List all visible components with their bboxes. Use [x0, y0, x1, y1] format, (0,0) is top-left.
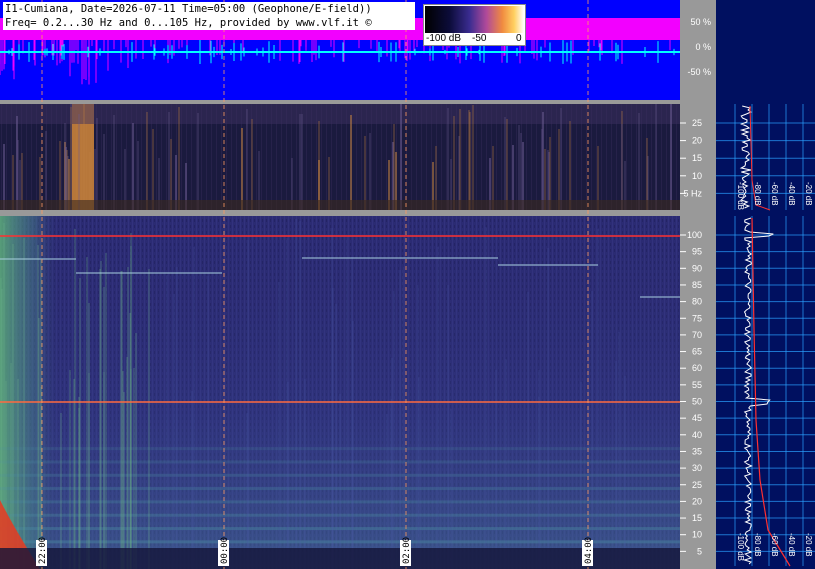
profile-x-label-text: -100 dB — [736, 182, 745, 210]
spectrogram-low-floor — [0, 200, 680, 210]
header-line-1: I1-Cumiana, Date=2026-07-11 Time=05:00 (… — [3, 2, 415, 16]
profile-x-label-text: -100 dB — [736, 533, 745, 561]
spectrogram-high-tick-label: 95 — [692, 247, 702, 257]
profile-x-label-text: -80 dB — [753, 182, 762, 206]
profile-x-label-text: -60 dB — [770, 182, 779, 206]
spectrogram-high-tick-label: 10 — [692, 530, 702, 540]
profile-x-label-text: -20 dB — [804, 533, 813, 557]
profile-x-label-text: -40 dB — [787, 182, 796, 206]
spectrogram-high-tick-label: 30 — [692, 463, 702, 473]
waveform-axis-label: 50 % — [690, 17, 711, 27]
color-scale-label-min: -100 dB — [426, 33, 462, 44]
spectrogram-high-panel — [0, 216, 680, 569]
profile-x-label: -20 dB — [804, 182, 813, 206]
profile-x-label: -40 dB — [787, 533, 796, 557]
spectrogram-high-floor — [0, 548, 680, 569]
profile-x-label-text: -20 dB — [804, 182, 813, 206]
time-label: 22:00 — [36, 537, 48, 566]
time-label: 02:00 — [400, 537, 412, 566]
header-line-2: Freq= 0.2...30 Hz and 0...105 Hz, provid… — [3, 16, 415, 30]
spectrogram-high-tick-label: 50 — [692, 397, 702, 407]
spectrogram-high-tick-label: 65 — [692, 347, 702, 357]
time-label-text: 04:00 — [584, 537, 594, 564]
profile-x-label: -40 dB — [787, 182, 796, 206]
spectrogram-high-tick-label: 100 — [687, 230, 702, 240]
color-scale-label-mid: -50 — [472, 33, 487, 44]
profile-panel: -100 dB -80 dB -60 dB -40 dB -20 dB -100 dB -… — [716, 0, 815, 569]
spectrogram-high-tick-label: 15 — [692, 513, 702, 523]
color-scale: -100 dB -50 0 — [423, 4, 526, 46]
spectrogram-figure: 50 % 0 % -50 % 5 Hz 10 15 20 25 5 10 15 20 25 30 35 4… — [0, 0, 815, 569]
profile-x-label: -60 dB — [770, 182, 779, 206]
panel-separator-2 — [0, 210, 716, 216]
spectrogram-high-tick-label: 85 — [692, 280, 702, 290]
spectrogram-high-tick-label: 25 — [692, 480, 702, 490]
spectrogram-high-tick-label: 45 — [692, 413, 702, 423]
spectrogram-low-band — [0, 104, 680, 124]
spectrogram-high-tick-label: 70 — [692, 330, 702, 340]
spectrogram-high-tick-label: 55 — [692, 380, 702, 390]
spectrogram-low-tick-label: 20 — [692, 136, 702, 146]
time-label: 04:00 — [582, 537, 594, 566]
waveform-axis-label: -50 % — [687, 67, 711, 77]
waveform-axis-label: 0 % — [695, 42, 711, 52]
profile-x-label: -60 dB — [770, 533, 779, 557]
profile-x-label: -20 dB — [804, 533, 813, 557]
spectrogram-high-tick-label: 80 — [692, 297, 702, 307]
spectrogram-high-tick-label: 90 — [692, 263, 702, 273]
profile-x-label: -100 dB — [736, 533, 745, 561]
profile-x-label: -100 dB — [736, 182, 745, 210]
spectrogram-low-tick-label: 15 — [692, 153, 702, 163]
spectrogram-low-panel — [0, 104, 680, 210]
spectrogram-high-tick-label: 60 — [692, 363, 702, 373]
time-label-text: 22:00 — [38, 537, 48, 564]
time-label-text: 02:00 — [402, 537, 412, 564]
panel-separator-1 — [0, 100, 716, 104]
profile-x-label-text: -40 dB — [787, 533, 796, 557]
color-scale-label-max: 0 — [516, 33, 522, 44]
right-axis-column: 50 % 0 % -50 % 5 Hz 10 15 20 25 5 10 15 20 25 30 35 4… — [680, 0, 716, 569]
time-label: 00:00 — [218, 537, 230, 566]
spectrogram-high-tick-label: 75 — [692, 313, 702, 323]
profile-x-label: -80 dB — [753, 533, 762, 557]
spectrogram-low-tick-label: 5 Hz — [683, 188, 702, 198]
color-scale-bar — [425, 6, 524, 33]
spectrogram-high-tick-label: 20 — [692, 496, 702, 506]
spectrogram-high-tick-label: 35 — [692, 446, 702, 456]
profile-x-label-text: -60 dB — [770, 533, 779, 557]
spectrogram-low-tick-label: 25 — [692, 118, 702, 128]
spectrogram-high-tick-label: 5 — [697, 546, 702, 556]
time-label-text: 00:00 — [220, 537, 230, 564]
spectrogram-low-tick-label: 10 — [692, 171, 702, 181]
spectrogram-high-tick-label: 40 — [692, 430, 702, 440]
profile-x-label-text: -80 dB — [753, 533, 762, 557]
profile-x-label: -80 dB — [753, 182, 762, 206]
